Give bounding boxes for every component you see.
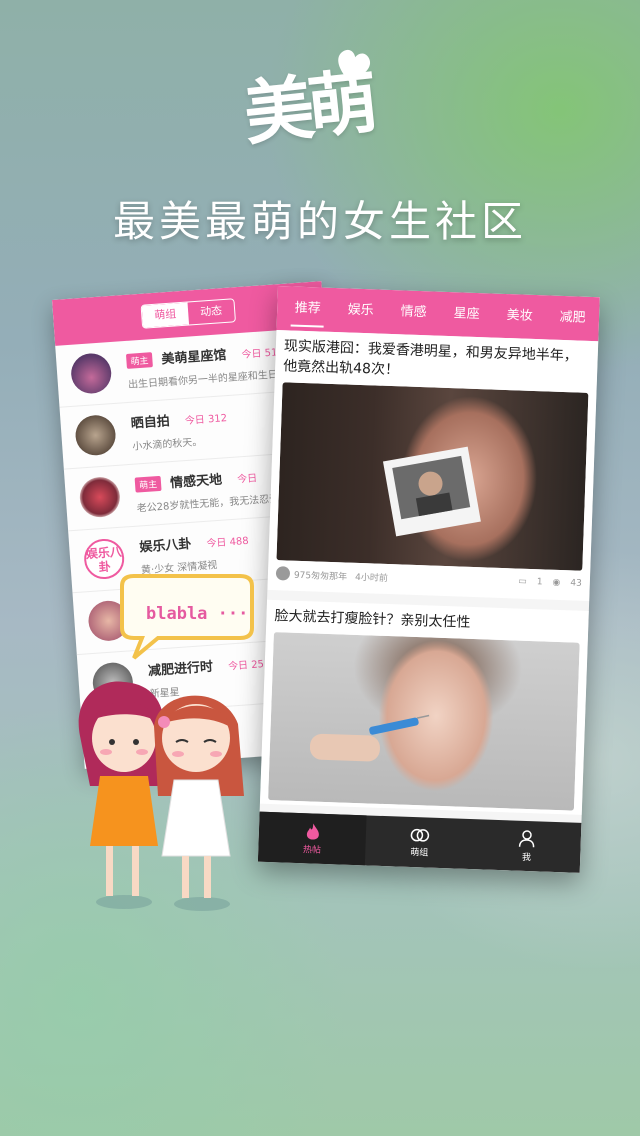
photo-frame-icon [382, 446, 481, 537]
group-today-count: 今日 [236, 473, 258, 486]
nav-label: 我 [521, 852, 532, 863]
nav-hot-posts[interactable]: 热帖 [257, 811, 367, 866]
post-stats: ▭ 1 ◉ 43 [518, 577, 582, 589]
post-card[interactable]: 现实版港囧：我爱香港明星，和男友异地半年，他竟然出轨48次！ 975匆匆那年 4… [267, 329, 599, 602]
nav-me[interactable]: 我 [472, 819, 581, 873]
tab-emotion[interactable]: 情感 [386, 290, 441, 336]
post-card[interactable]: 脸大就去打瘦脸针？亲别太任性 [259, 599, 589, 815]
group-name: 美萌星座馆 [161, 347, 227, 368]
user-icon [519, 829, 535, 847]
group-name: 娱乐八卦 [138, 536, 192, 556]
post-image [268, 632, 580, 811]
group-today-count: 今日 312 [184, 413, 228, 428]
post-time: 4小时前 [354, 572, 388, 584]
post-image [276, 382, 589, 571]
comment-count: 1 [536, 577, 543, 588]
groups-icon [410, 828, 430, 842]
heart-icon [338, 49, 371, 82]
segment-control: 萌组 动态 [140, 298, 236, 329]
eye-icon: ◉ [552, 577, 561, 589]
author-avatar [275, 566, 291, 581]
bottom-nav: 热帖 萌组 我 [257, 811, 582, 873]
tab-recommend[interactable]: 推荐 [280, 286, 335, 332]
group-name: 情感天地 [169, 472, 223, 492]
segment-groups[interactable]: 萌组 [141, 302, 190, 328]
post-author[interactable]: 975匆匆那年 [294, 567, 348, 582]
group-avatar [78, 475, 122, 519]
tab-diet[interactable]: 减肥 [545, 295, 600, 341]
syringe-icon [309, 714, 430, 762]
group-today-count: 今日 488 [206, 535, 250, 550]
tab-entertainment[interactable]: 娱乐 [333, 288, 388, 334]
comment-icon: ▭ [518, 576, 527, 587]
avatar-label: 娱乐八卦 [85, 544, 123, 575]
nav-groups[interactable]: 萌组 [365, 815, 474, 869]
app-logo: 美萌 [236, 44, 406, 174]
tab-horoscope[interactable]: 星座 [439, 292, 494, 338]
flame-icon [306, 823, 319, 840]
feed-screen: 推荐 娱乐 情感 星座 美妆 减肥 现实版港囧：我爱香港明星，和男友异地半年，他… [257, 286, 600, 873]
nav-label: 热帖 [302, 844, 322, 856]
cartoon-girls-illustration [78, 681, 244, 911]
view-count: 43 [570, 578, 582, 589]
owner-badge: 萌主 [125, 352, 153, 369]
group-name: 晒自拍 [130, 414, 171, 432]
segment-activity[interactable]: 动态 [188, 299, 235, 324]
tagline: 最美最萌的女生社区 [112, 197, 527, 246]
nav-label: 萌组 [410, 847, 429, 859]
group-avatar [69, 352, 113, 395]
post-title: 现实版港囧：我爱香港明星，和男友异地半年，他竟然出轨48次！ [282, 338, 579, 379]
bubble-text: blabla ··· [146, 604, 249, 624]
tab-makeup[interactable]: 美妆 [492, 294, 547, 340]
owner-badge: 萌主 [134, 475, 162, 493]
group-avatar [74, 413, 117, 457]
post-title: 脸大就去打瘦脸针？亲别太任性 [274, 608, 471, 631]
